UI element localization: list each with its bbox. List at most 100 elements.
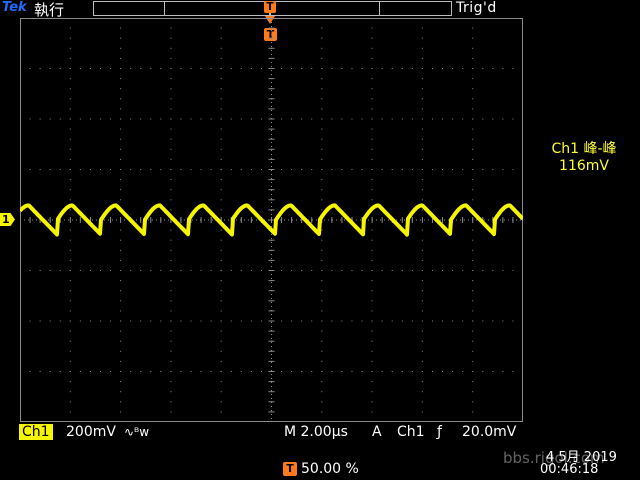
grid-dot [421,229,423,231]
grid-dot [69,18,71,19]
grid-dot [99,169,101,170]
graticule-display [20,18,523,422]
grid-dot [421,138,423,140]
grid-dot [120,259,122,261]
trigger-status: Trig'd [456,0,497,16]
grid-dot [49,118,51,120]
grid-dot [371,280,373,282]
grid-dot [371,118,373,120]
measurement-label: Ch1 峰-峰 [551,141,617,157]
grid-dot [69,239,71,241]
grid-dot [301,320,303,322]
grid-dot [260,169,262,170]
grid-dot [512,270,514,271]
grid-dot [120,158,122,160]
grid-dot [502,270,504,271]
grid-dot [371,158,373,160]
grid-dot [180,320,182,322]
grid-dot [240,118,242,120]
grid-dot [220,108,222,110]
grid-dot [170,401,172,403]
grid-dot [472,381,474,383]
grid-dot [472,78,474,80]
grid-dot [170,239,172,241]
grid-dot [200,68,202,69]
grid-dot [311,320,313,322]
grid-dot [391,118,393,120]
grid-dot [170,88,172,90]
grid-dot [291,68,293,69]
grid-dot [120,381,122,383]
grid-dot [39,270,41,271]
grid-dot [69,300,71,302]
grid-dot [110,320,112,322]
grid-dot [472,371,474,372]
grid-dot [492,169,494,170]
grid-dot [220,179,222,181]
grid-dot [150,68,152,69]
grid-dot [39,118,41,120]
grid-dot [391,270,393,271]
grid-dot [331,320,333,322]
grid-dot [331,270,333,271]
grid-dot [29,118,31,120]
grid-dot [371,249,373,251]
grid-dot [170,259,172,261]
grid-dot [150,320,152,322]
grid-dot [421,360,423,362]
channel-indicator[interactable]: Ch1 [19,424,53,440]
grid-dot [250,270,252,271]
grid-dot [120,350,122,352]
grid-dot [69,98,71,100]
grid-dot [29,68,31,69]
grid-dot [472,300,474,302]
grid-dot [472,57,474,59]
grid-dot [472,37,474,39]
grid-dot [321,300,323,302]
grid-dot [220,310,222,312]
grid-dot [79,270,81,271]
grid-dot [69,108,71,110]
grid-dot [291,118,293,120]
grid-dot [472,148,474,150]
grid-dot [321,371,323,372]
grid-dot [180,270,182,271]
grid-dot [120,199,122,201]
grid-dot [421,57,423,59]
grid-dot [99,68,101,69]
grid-dot [321,27,323,29]
grid-dot [170,18,172,19]
grid-dot [311,371,313,372]
grid-dot [371,199,373,201]
grid-dot [220,128,222,130]
grid-dot [291,270,293,271]
grid-dot [140,68,142,69]
grid-dot [371,371,373,372]
grid-dot [210,371,212,372]
grid-dot [69,310,71,312]
grid-dot [120,57,122,59]
grid-dot [220,229,222,231]
grid-dot [371,138,373,140]
grid-dot [281,68,283,69]
grid-dot [170,189,172,191]
grid-dot [240,371,242,372]
grid-dot [361,270,363,271]
grid-dot [200,270,202,271]
grid-dot [170,300,172,302]
ch1-ground-marker[interactable]: 1 [0,213,15,226]
grid-dot [421,148,423,150]
grid-dot [371,88,373,90]
grid-dot [170,381,172,383]
grid-dot [502,68,504,69]
grid-dot [512,371,514,372]
grid-dot [462,68,464,69]
grid-dot [321,179,323,181]
grid-dot [69,270,71,271]
grid-dot [59,68,61,69]
grid-dot [230,169,232,170]
grid-dot [361,320,363,322]
grid-dot [421,371,423,372]
grid-dot [321,340,323,342]
grid-dot [120,300,122,302]
